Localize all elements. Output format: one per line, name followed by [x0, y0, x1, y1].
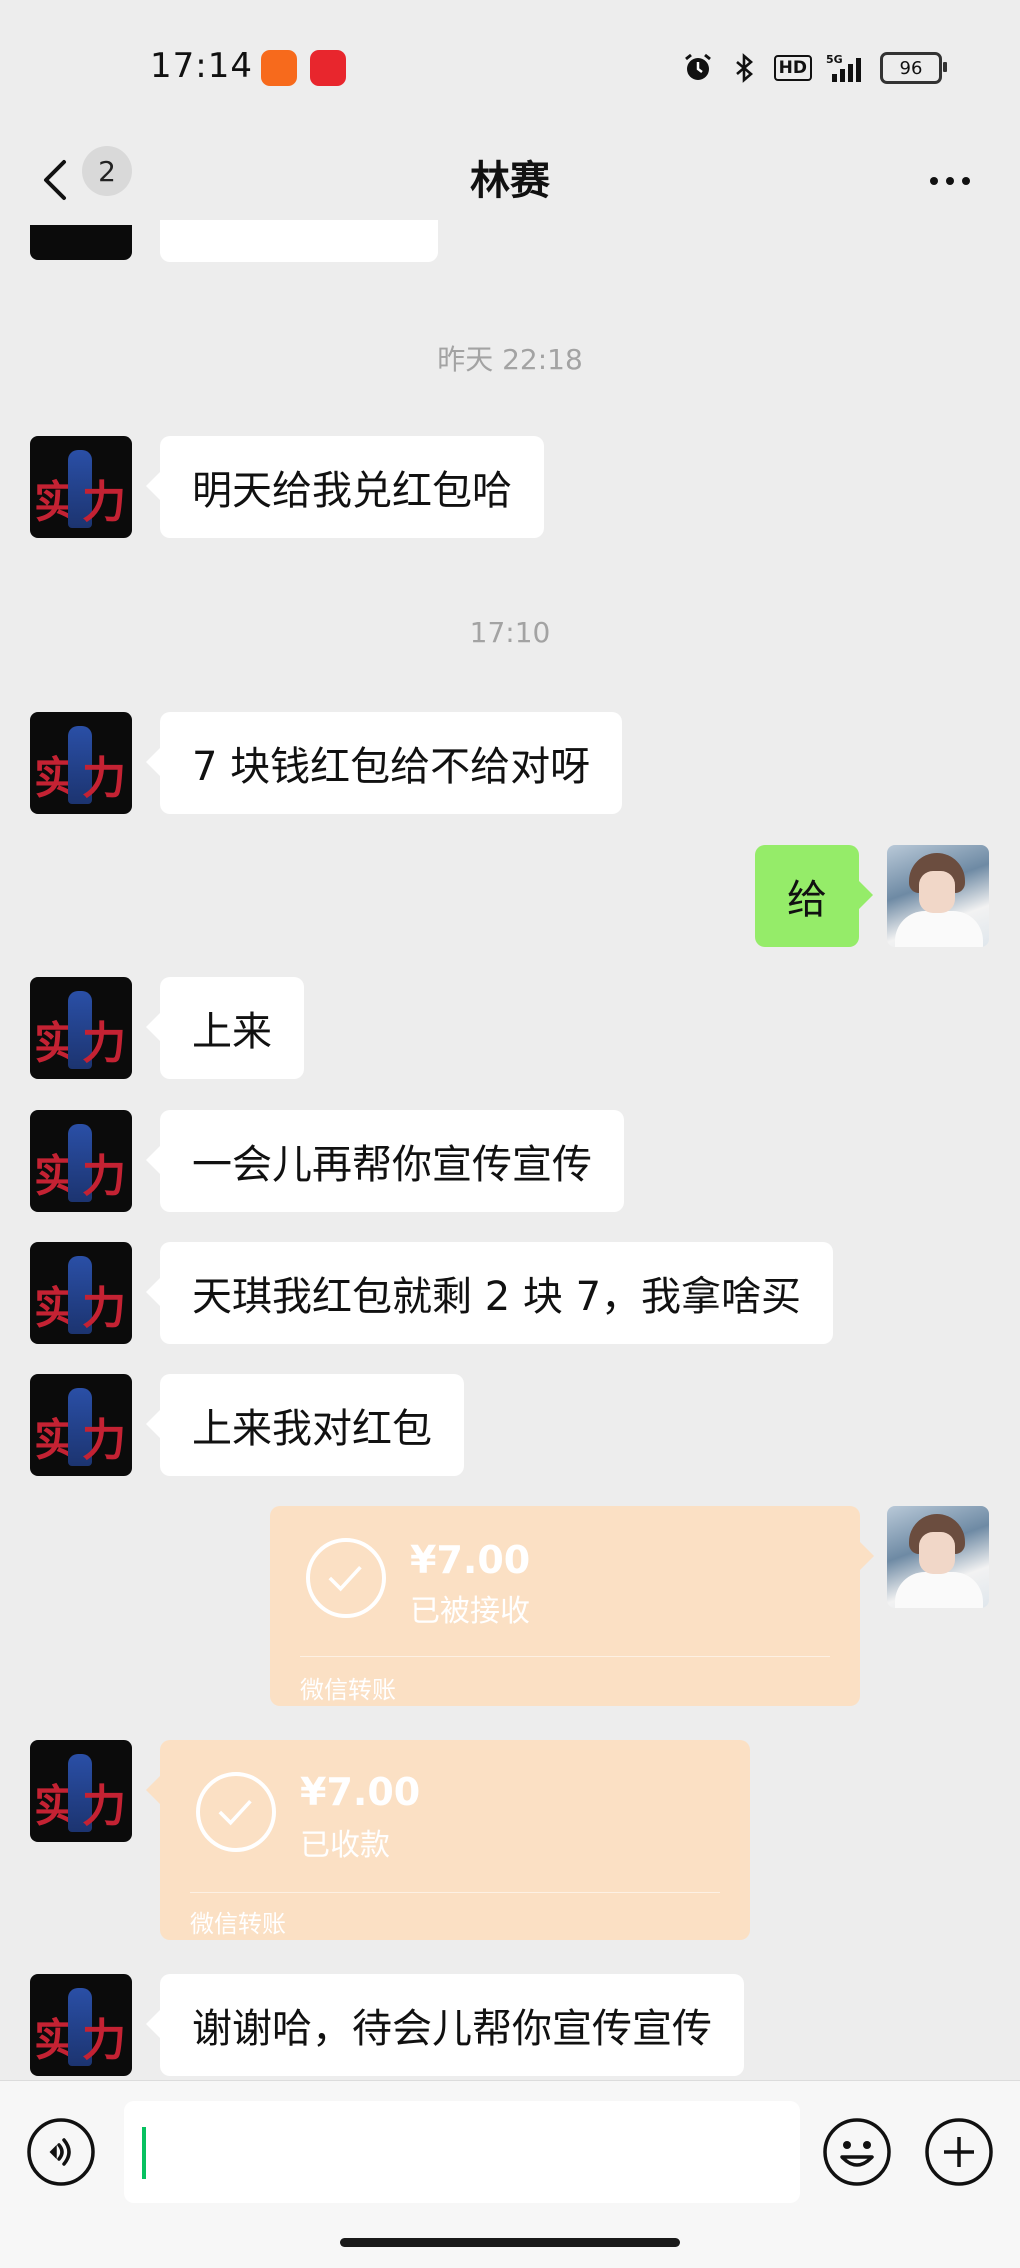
user-avatar[interactable]: [887, 1506, 989, 1608]
avatar-text: 力: [82, 1781, 126, 1832]
check-circle-icon: [196, 1772, 276, 1852]
message-bubble[interactable]: 上来: [146, 977, 304, 1079]
transfer-footer: 微信转账: [190, 1910, 286, 1938]
battery-level: 96: [899, 57, 923, 79]
transfer-status: 已被接收: [410, 1594, 530, 1629]
battery-icon: 96: [880, 52, 947, 84]
home-indicator[interactable]: [340, 2238, 680, 2247]
chat-title: 林赛: [470, 158, 550, 204]
transfer-status: 已收款: [300, 1828, 390, 1863]
message-bubble[interactable]: 上来我对红包: [146, 1374, 464, 1476]
contact-avatar[interactable]: 实力: [30, 1242, 132, 1344]
contact-avatar[interactable]: 实力: [30, 1974, 132, 2076]
avatar-text: 力: [82, 1415, 126, 1466]
avatar-text: 力: [82, 477, 126, 528]
contact-avatar[interactable]: 实力: [30, 1110, 132, 1212]
chat-header: 2 林赛: [0, 130, 1020, 230]
message-bubble-sent[interactable]: 给: [755, 845, 873, 947]
plus-icon[interactable]: [924, 2117, 994, 2187]
more-icon[interactable]: [920, 156, 980, 206]
avatar-text: 力: [82, 1151, 126, 1202]
message-bubble[interactable]: 7 块钱红包给不给对呀: [145, 712, 623, 814]
timestamp: 昨天 22:18: [437, 343, 583, 376]
message-input[interactable]: [124, 2101, 800, 2203]
contact-avatar[interactable]: 实力: [30, 1740, 132, 1842]
avatar-text: 力: [82, 2015, 126, 2066]
transfer-card-sent[interactable]: ¥7.00 已被接收 微信转账: [270, 1506, 874, 1706]
contact-avatar[interactable]: 实力: [30, 712, 132, 814]
check-circle-icon: [306, 1538, 386, 1618]
svg-text:5G: 5G: [826, 53, 843, 66]
app-notification-icon: [310, 50, 346, 86]
contact-avatar[interactable]: 实力: [30, 436, 132, 538]
signal-icon: 5G: [826, 53, 861, 82]
status-icons: HD 5G 96: [682, 50, 947, 86]
alarm-icon: [684, 53, 711, 80]
divider: [300, 1656, 830, 1657]
status-time: 17:14: [150, 46, 253, 86]
hd-icon: HD: [773, 55, 812, 81]
status-bar: 17:14 HD 5G 96: [0, 0, 1020, 130]
app-notification-icon: [261, 50, 297, 86]
user-avatar[interactable]: [887, 845, 989, 947]
contact-avatar[interactable]: 实力: [30, 977, 132, 1079]
message-bubble[interactable]: 一会儿再帮你宣传宣传: [146, 1110, 624, 1212]
avatar-text: 力: [82, 1283, 126, 1334]
transfer-amount: ¥7.00: [410, 1538, 531, 1582]
bluetooth-icon: [735, 53, 753, 83]
text-caret: [142, 2127, 146, 2179]
voice-icon[interactable]: [26, 2117, 96, 2187]
avatar-figure: [919, 1532, 955, 1574]
transfer-card-received[interactable]: ¥7.00 已收款 微信转账: [146, 1740, 750, 1940]
message-bubble[interactable]: 天琪我红包就剩 2 块 7，我拿啥买: [145, 1242, 834, 1344]
avatar-text: 力: [82, 1018, 126, 1069]
avatar-text: 力: [82, 753, 126, 804]
avatar-figure: [919, 871, 955, 913]
contact-avatar[interactable]: 实力: [30, 1374, 132, 1476]
transfer-footer: 微信转账: [300, 1676, 396, 1704]
divider: [190, 1892, 720, 1893]
emoji-icon[interactable]: [822, 2117, 892, 2187]
message-bubble[interactable]: 谢谢哈，待会儿帮你宣传宣传: [146, 1974, 744, 2076]
message-bubble[interactable]: 明天给我兑红包哈: [146, 436, 544, 538]
avatar-figure: [895, 911, 983, 947]
timestamp: 17:10: [469, 616, 551, 649]
transfer-amount: ¥7.00: [300, 1770, 421, 1814]
avatar-figure: [895, 1572, 983, 1608]
